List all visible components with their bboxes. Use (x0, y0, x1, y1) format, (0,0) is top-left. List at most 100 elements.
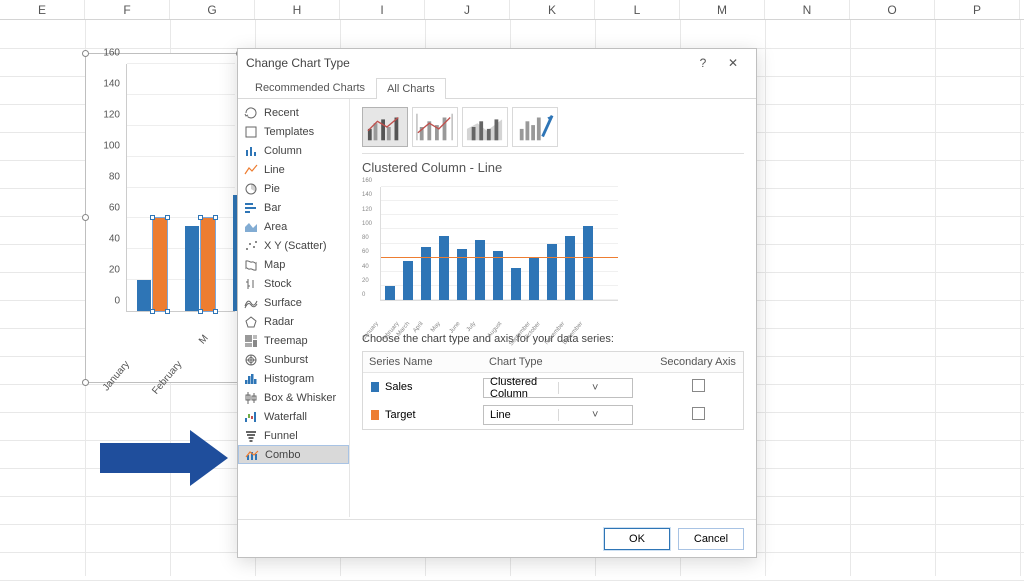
chart-category-recent[interactable]: Recent (238, 103, 349, 122)
tab-all-charts[interactable]: All Charts (376, 78, 446, 99)
category-label: Radar (264, 316, 294, 328)
chart-bar-target-feb[interactable] (201, 218, 215, 311)
chart-category-area[interactable]: Area (238, 217, 349, 236)
sunburst-icon (244, 353, 258, 367)
col-header[interactable]: I (340, 0, 425, 19)
chart-category-bar[interactable]: Bar (238, 198, 349, 217)
chart-category-line[interactable]: Line (238, 160, 349, 179)
chart-category-x-y-scatter-[interactable]: X Y (Scatter) (238, 236, 349, 255)
chart-category-funnel[interactable]: Funnel (238, 426, 349, 445)
chart-category-radar[interactable]: Radar (238, 312, 349, 331)
subtype-custom-combo[interactable] (512, 107, 558, 147)
dialog-title: Change Chart Type (246, 56, 350, 70)
col-header[interactable]: G (170, 0, 255, 19)
series-header-secondary: Secondary Axis (653, 352, 743, 372)
col-header[interactable]: K (510, 0, 595, 19)
category-label: Recent (264, 107, 299, 119)
category-label: Funnel (264, 430, 298, 442)
chart-category-stock[interactable]: Stock (238, 274, 349, 293)
col-header[interactable]: F (85, 0, 170, 19)
chart-category-pie[interactable]: Pie (238, 179, 349, 198)
category-label: Pie (264, 183, 280, 195)
bar-icon (244, 201, 258, 215)
x-y-scatter--icon (244, 239, 258, 253)
series-name: Sales (385, 381, 413, 393)
category-label: Area (264, 221, 287, 233)
chart-category-surface[interactable]: Surface (238, 293, 349, 312)
col-header[interactable]: P (935, 0, 1020, 19)
chart-y-axis: 0 20 40 60 80 100 120 140 160 (96, 64, 124, 312)
chart-category-combo[interactable]: Combo (238, 445, 349, 464)
col-header[interactable]: E (0, 0, 85, 19)
secondary-axis-checkbox-target[interactable] (692, 407, 705, 420)
chart-category-map[interactable]: Map (238, 255, 349, 274)
col-header[interactable]: O (850, 0, 935, 19)
help-button[interactable]: ? (688, 56, 718, 70)
category-label: Waterfall (264, 411, 307, 423)
line-icon (244, 163, 258, 177)
chart-category-list: Recent Templates Column Line Pie Bar Area X Y (… (238, 99, 350, 517)
series-name: Target (385, 409, 416, 421)
category-label: Bar (264, 202, 281, 214)
pie-icon (244, 182, 258, 196)
col-header[interactable]: J (425, 0, 510, 19)
chart-category-waterfall[interactable]: Waterfall (238, 407, 349, 426)
map-icon (244, 258, 258, 272)
tab-recommended-charts[interactable]: Recommended Charts (244, 77, 376, 98)
category-label: Line (264, 164, 285, 176)
funnel-icon (244, 429, 258, 443)
combo-icon (245, 448, 259, 462)
col-header[interactable]: H (255, 0, 340, 19)
chart-bar-sales-feb[interactable] (185, 226, 199, 311)
surface-icon (244, 296, 258, 310)
close-button[interactable]: ✕ (718, 56, 748, 70)
treemap-icon (244, 334, 258, 348)
recent-icon (244, 106, 258, 120)
chart-preview[interactable]: 020406080100120140160JanuaryFebruaryMarc… (362, 183, 622, 323)
subtype-clustered-column-line-secondary[interactable] (412, 107, 458, 147)
series-swatch (371, 382, 379, 392)
series-header-type: Chart Type (483, 352, 653, 372)
templates-icon (244, 125, 258, 139)
change-chart-type-dialog: Change Chart Type ? ✕ Recommended Charts… (237, 48, 757, 558)
series-swatch (371, 410, 379, 420)
series-type-dropdown-target[interactable]: Line˅ (483, 405, 633, 425)
category-label: Templates (264, 126, 314, 138)
series-table: Series Name Chart Type Secondary Axis Sa… (362, 351, 744, 430)
col-header[interactable]: L (595, 0, 680, 19)
category-label: Treemap (264, 335, 308, 347)
category-label: Histogram (264, 373, 314, 385)
category-label: Stock (264, 278, 292, 290)
chevron-down-icon: ˅ (558, 382, 633, 394)
chart-category-sunburst[interactable]: Sunburst (238, 350, 349, 369)
series-row-target: Target Line˅ (363, 401, 743, 429)
annotation-arrow (100, 430, 228, 486)
chart-category-treemap[interactable]: Treemap (238, 331, 349, 350)
chart-bar-sales-jan[interactable] (137, 280, 151, 311)
embedded-chart[interactable]: 0 20 40 60 80 100 120 140 160 (85, 53, 240, 383)
chart-category-histogram[interactable]: Histogram (238, 369, 349, 388)
secondary-axis-checkbox-sales[interactable] (692, 379, 705, 392)
category-label: Box & Whisker (264, 392, 336, 404)
subtype-clustered-column-line[interactable] (362, 107, 408, 147)
subtype-stacked-area-column[interactable] (462, 107, 508, 147)
col-header[interactable]: M (680, 0, 765, 19)
radar-icon (244, 315, 258, 329)
dialog-titlebar: Change Chart Type ? ✕ (238, 49, 756, 77)
chart-category-column[interactable]: Column (238, 141, 349, 160)
stock-icon (244, 277, 258, 291)
ok-button[interactable]: OK (604, 528, 670, 550)
area-icon (244, 220, 258, 234)
column-icon (244, 144, 258, 158)
chart-x-label: M (197, 333, 211, 346)
column-headers: E F G H I J K L M N O P (0, 0, 1024, 20)
chart-bar-target-jan[interactable] (153, 218, 167, 311)
cancel-button[interactable]: Cancel (678, 528, 744, 550)
combo-subtype-row (362, 107, 744, 147)
category-label: Column (264, 145, 302, 157)
dialog-tabs: Recommended Charts All Charts (238, 77, 756, 99)
series-type-dropdown-sales[interactable]: Clustered Column˅ (483, 378, 633, 398)
chart-category-box-whisker[interactable]: Box & Whisker (238, 388, 349, 407)
col-header[interactable]: N (765, 0, 850, 19)
chart-category-templates[interactable]: Templates (238, 122, 349, 141)
